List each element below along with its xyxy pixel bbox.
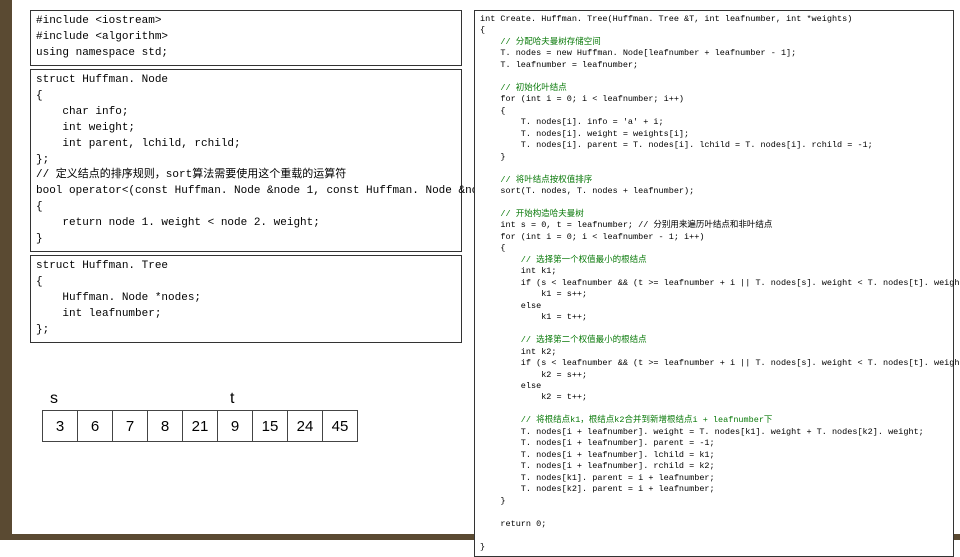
code-line: // 初始化叶结点 [480,83,948,94]
code-line: int s = 0, t = leafnumber; // 分别用来遍历叶结点和… [480,220,948,231]
code-line: // 将根结点k1，根结点k2合并到新增根结点i + leafnumber下 [480,415,948,426]
array-pointer-labels: s t [42,390,358,408]
code-line: T. nodes[i + leafnumber]. parent = -1; [480,438,948,449]
code-line [480,198,948,209]
left-column: #include <iostream> #include <algorithm>… [30,10,462,346]
code-line: T. nodes[i + leafnumber]. lchild = k1; [480,450,948,461]
code-line: int k1; [480,266,948,277]
array-cell: 7 [112,410,148,442]
array-cell: 6 [77,410,113,442]
code-line: k2 = t++; [480,392,948,403]
code-line: T. nodes[i + leafnumber]. rchild = k2; [480,461,948,472]
code-line: sort(T. nodes, T. nodes + leafnumber); [480,186,948,197]
pointer-s-label: s [42,390,78,408]
code-line: else [480,301,948,312]
code-line: T. nodes[i]. weight = weights[i]; [480,129,948,140]
code-line: T. nodes[k2]. parent = i + leafnumber; [480,484,948,495]
code-line: { [480,106,948,117]
code-line: for (int i = 0; i < leafnumber - 1; i++) [480,232,948,243]
code-box-includes: #include <iostream> #include <algorithm>… [30,10,462,66]
code-line: } [480,542,948,553]
code-line: // 选择第一个权值最小的根结点 [480,255,948,266]
code-line: { [480,25,948,36]
array-cell: 8 [147,410,183,442]
array-cell: 3 [42,410,78,442]
code-line [480,404,948,415]
array-cell: 45 [322,410,358,442]
code-line [480,324,948,335]
code-line: T. nodes[i]. info = 'a' + i; [480,117,948,128]
code-line: else [480,381,948,392]
array-cell: 15 [252,410,288,442]
code-line: // 将叶结点按权值排序 [480,175,948,186]
array-cell: 24 [287,410,323,442]
array-cell: 21 [182,410,218,442]
array-diagram: s t 3678219152445 [42,390,358,442]
code-box-create-tree: int Create. Huffman. Tree(Huffman. Tree … [474,10,954,557]
code-line: { [480,243,948,254]
code-line: if (s < leafnumber && (t >= leafnumber +… [480,278,948,289]
code-line [480,507,948,518]
code-line: } [480,152,948,163]
code-line: int k2; [480,347,948,358]
code-box-struct-node: struct Huffman. Node { char info; int we… [30,69,462,252]
code-box-struct-tree: struct Huffman. Tree { Huffman. Node *no… [30,255,462,343]
code-line: T. nodes[i + leafnumber]. weight = T. no… [480,427,948,438]
code-line [480,163,948,174]
code-line: k1 = s++; [480,289,948,300]
code-line: k1 = t++; [480,312,948,323]
code-line: T. nodes[k1]. parent = i + leafnumber; [480,473,948,484]
code-line: T. nodes[i]. parent = T. nodes[i]. lchil… [480,140,948,151]
code-line: // 分配哈夫曼树存储空间 [480,37,948,48]
code-line: } [480,496,948,507]
code-line: T. nodes = new Huffman. Node[leafnumber … [480,48,948,59]
code-line: T. leafnumber = leafnumber; [480,60,948,71]
array-row: 3678219152445 [42,410,358,442]
array-cell: 9 [217,410,253,442]
pointer-t-label: t [222,390,258,408]
code-line: // 开始构造哈夫曼树 [480,209,948,220]
code-line: for (int i = 0; i < leafnumber; i++) [480,94,948,105]
code-line: // 选择第二个权值最小的根结点 [480,335,948,346]
code-line: int Create. Huffman. Tree(Huffman. Tree … [480,14,948,25]
code-line: return 0; [480,519,948,530]
code-line [480,71,948,82]
code-line: if (s < leafnumber && (t >= leafnumber +… [480,358,948,369]
code-line: k2 = s++; [480,370,948,381]
